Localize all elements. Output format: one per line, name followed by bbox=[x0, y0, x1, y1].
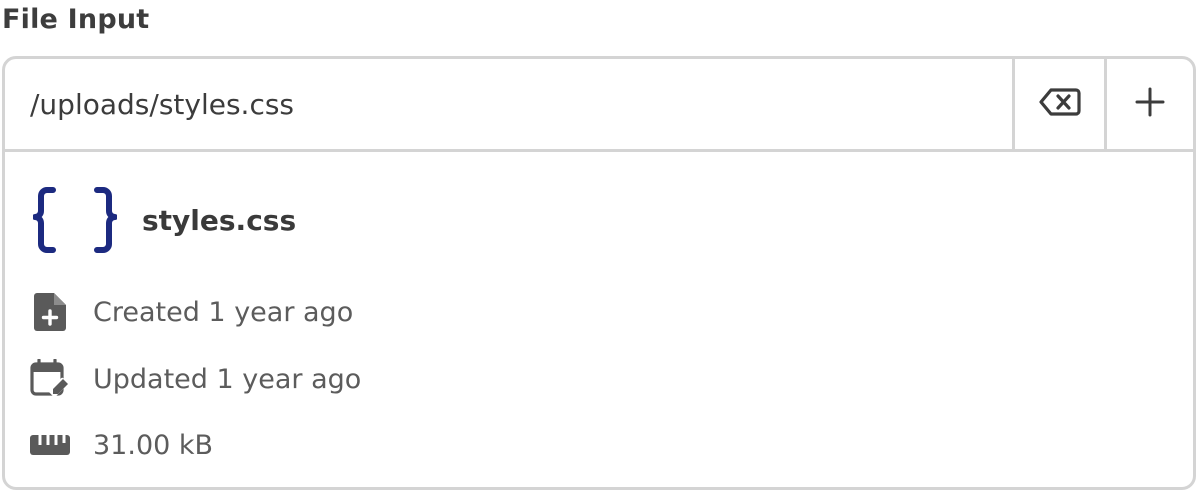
curly-braces-icon bbox=[32, 187, 118, 257]
created-text: Created 1 year ago bbox=[93, 296, 354, 328]
file-add-icon bbox=[29, 292, 71, 332]
file-path-input[interactable] bbox=[5, 59, 1012, 149]
file-input-label: File Input bbox=[2, 4, 150, 35]
updated-text: Updated 1 year ago bbox=[93, 363, 362, 395]
size-text: 31.00 kB bbox=[93, 429, 214, 461]
backspace-clear-icon bbox=[1038, 87, 1081, 121]
file-input-panel: styles.css Created 1 year ago bbox=[2, 56, 1196, 490]
plus-icon bbox=[1135, 87, 1165, 121]
clear-button[interactable] bbox=[1012, 59, 1104, 149]
add-button[interactable] bbox=[1104, 59, 1193, 149]
calendar-edit-icon bbox=[29, 359, 71, 399]
updated-row: Updated 1 year ago bbox=[29, 359, 361, 399]
file-type-icon-wrap bbox=[32, 187, 118, 257]
file-name: styles.css bbox=[142, 204, 297, 237]
size-ruler-icon bbox=[29, 425, 71, 465]
created-row: Created 1 year ago bbox=[29, 292, 353, 332]
size-row: 31.00 kB bbox=[29, 425, 213, 465]
file-input-row bbox=[5, 59, 1193, 152]
